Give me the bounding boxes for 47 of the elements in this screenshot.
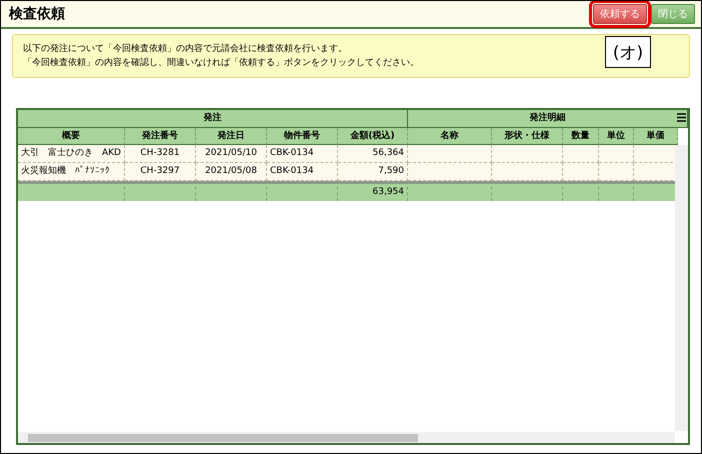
total-cell (196, 181, 267, 201)
table-cell: 7,590 (338, 163, 408, 181)
table-cell (634, 145, 678, 163)
table-cell (492, 163, 563, 181)
table-cell: 56,364 (338, 145, 408, 163)
table-cell (563, 163, 599, 181)
total-cell (267, 181, 338, 201)
table-cell: 火災報知機 ﾊﾟﾅｿﾆｯｸ (18, 163, 125, 181)
column-header: 金額(税込) (338, 128, 408, 145)
annotation-label: (オ) (605, 36, 651, 68)
group-header: 発注 (18, 110, 408, 128)
column-header: 数量 (563, 128, 599, 145)
total-cell (563, 181, 599, 201)
column-header: 名称 (408, 128, 492, 145)
column-header: 単位 (599, 128, 634, 145)
column-header: 発注番号 (125, 128, 196, 145)
scrollbar-thumb[interactable] (28, 434, 418, 442)
total-cell (125, 181, 196, 201)
horizontal-scrollbar[interactable] (18, 432, 675, 443)
column-header: 発注日 (196, 128, 267, 145)
table-cell: CH-3297 (125, 163, 196, 181)
column-header: 概要 (18, 128, 125, 145)
vertical-scrollbar[interactable] (675, 145, 688, 431)
message-text: 以下の発注について「今回検査依頼」の内容で元請会社に検査依頼を行います。 (23, 42, 347, 56)
column-header: 形状・仕様 (492, 128, 563, 145)
message-text: 「今回検査依頼」の内容を確認し、間違いなければ「依頼する」ボタンをクリックしてください。 (23, 56, 419, 70)
total-cell (492, 181, 563, 201)
close-button[interactable]: 閉じる (651, 4, 695, 24)
table-cell (599, 145, 634, 163)
table-cell: 2021/05/10 (196, 145, 267, 163)
table-cell (634, 163, 678, 181)
table-cell: 2021/05/08 (196, 163, 267, 181)
table-cell: CH-3281 (125, 145, 196, 163)
table-cell (492, 145, 563, 163)
table-cell (563, 145, 599, 163)
total-cell: 63,954 (338, 181, 408, 201)
table-cell: 大引 富士ひのき AKD (18, 145, 125, 163)
menu-icon[interactable] (677, 113, 686, 122)
table-cell: CBK-0134 (267, 145, 338, 163)
table-cell (599, 163, 634, 181)
group-header: 発注明細 (408, 110, 688, 128)
table-cell: CBK-0134 (267, 163, 338, 181)
column-header: 物件番号 (267, 128, 338, 145)
window-title: 検査依頼 (9, 5, 66, 23)
total-cell (634, 181, 678, 201)
column-header: 単価 (634, 128, 678, 145)
total-cell (599, 181, 634, 201)
